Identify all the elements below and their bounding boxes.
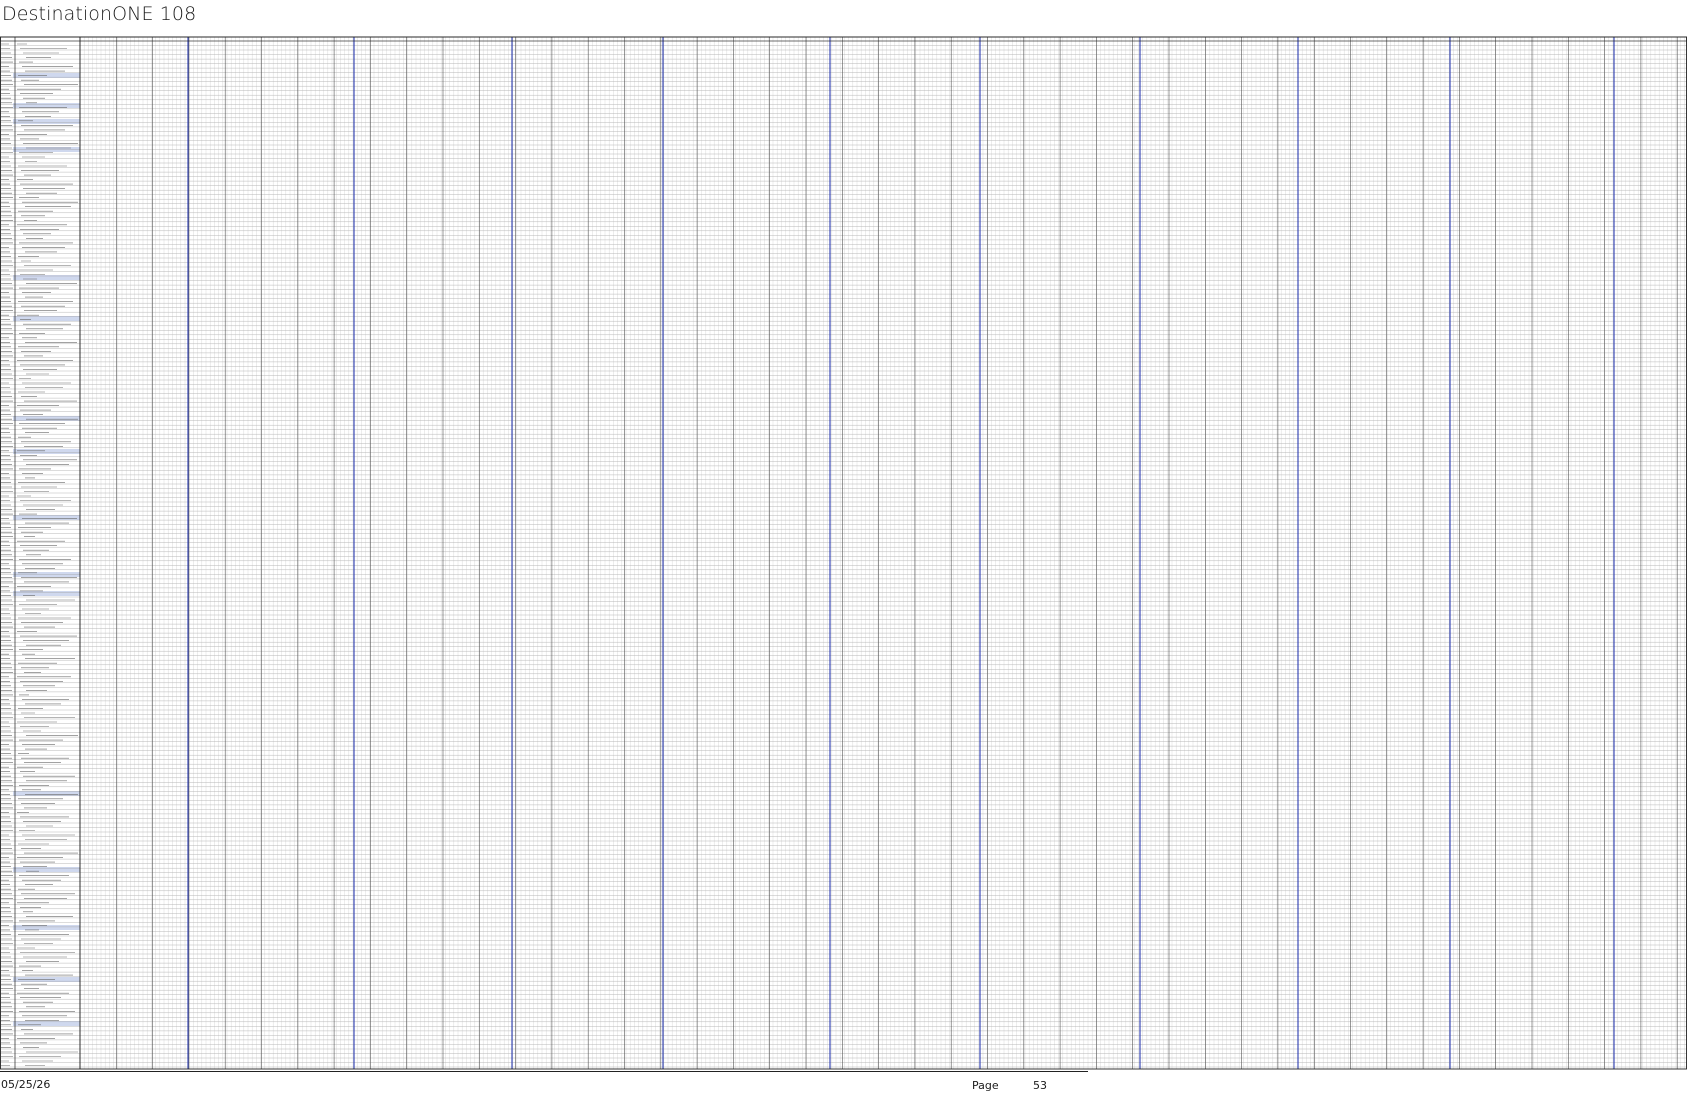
footer-page-label: Page — [972, 1079, 999, 1092]
section-row-highlight — [13, 449, 80, 454]
grid-row-lines — [0, 40, 1687, 1068]
section-row-highlight — [13, 791, 80, 796]
section-row-highlight — [13, 867, 80, 872]
grid-header-band — [0, 36, 1687, 42]
section-row-highlight — [13, 925, 80, 930]
document-title: DestinationONE 108 — [2, 3, 197, 25]
footer-page-number: 53 — [1033, 1079, 1047, 1092]
parameter-grid-sheet — [0, 36, 1687, 1070]
section-row-highlight — [13, 416, 80, 421]
footer-divider — [0, 1071, 1088, 1072]
grid-group-dividers — [79, 37, 1678, 1069]
row-label-strokes — [1, 43, 78, 1066]
grid-frame — [0, 36, 1687, 1070]
section-row-highlight — [13, 119, 80, 124]
grid-column-lines — [79, 37, 1685, 1069]
footer-date: 05/25/26 — [1, 1078, 51, 1091]
